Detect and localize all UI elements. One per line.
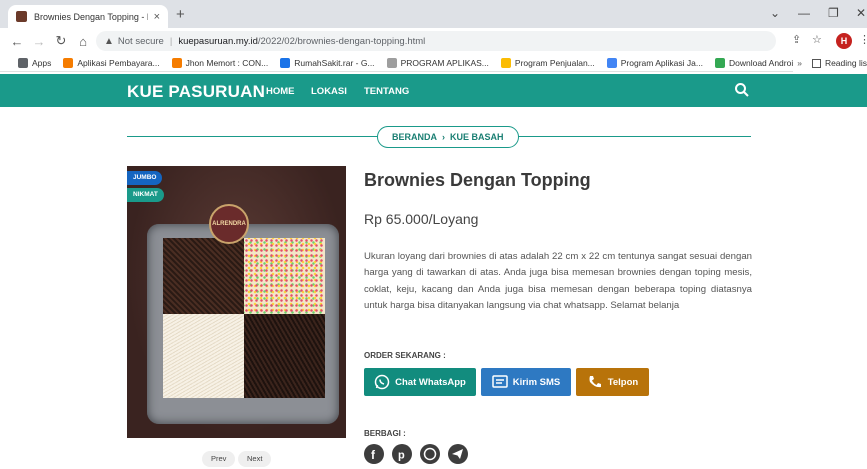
topping-cheese <box>163 314 244 398</box>
topping-chocolate <box>163 238 244 314</box>
sms-button-label: Kirim SMS <box>512 376 561 388</box>
search-icon[interactable] <box>734 82 750 98</box>
bookmark-label: Jhon Memort : CON... <box>185 57 269 68</box>
badge-jumbo: JUMBO <box>127 171 163 185</box>
site-favicon-icon <box>16 11 27 22</box>
browser-tabbar: Brownies Dengan Topping - Kue × + ⌄ — ❐ … <box>0 0 867 28</box>
sms-icon <box>491 375 508 388</box>
security-label[interactable]: Not secure <box>118 36 164 47</box>
bookmark-favicon-icon <box>606 57 617 68</box>
bookmark-item[interactable]: Download Android... <box>714 57 805 68</box>
bookmark-item[interactable]: Program Aplikasi Ja... <box>606 57 703 68</box>
bookmark-favicon-icon <box>280 57 291 68</box>
product-image[interactable]: ALRENDRA <box>127 166 346 438</box>
bookmark-label: Program Penjualan... <box>514 57 595 68</box>
share-label: BERBAGI : <box>364 429 406 438</box>
breadcrumb-separator: › <box>442 132 445 142</box>
bookmark-label: Apps <box>32 57 52 68</box>
divider: | <box>169 35 173 47</box>
bookmark-item[interactable]: Apps <box>18 57 52 68</box>
bookmark-label: PROGRAM APLIKAS... <box>400 57 489 68</box>
breadcrumb: BERANDA › KUE BASAH <box>377 126 519 148</box>
badge-nikmat: NIKMAT <box>127 188 164 202</box>
phone-icon <box>589 376 601 388</box>
menu-kebab-icon[interactable]: ⋮ <box>859 33 867 46</box>
site-navbar: KUE PASURUAN HOME LOKASI TENTANG <box>0 74 867 107</box>
whatsapp-icon <box>374 374 390 390</box>
tab-title: Brownies Dengan Topping - Kue <box>34 11 148 22</box>
address-bar[interactable]: ▲ Not secure | kuepasuruan.my.id /2022/0… <box>96 31 776 51</box>
facebook-icon[interactable]: f <box>364 444 384 464</box>
minimize-icon[interactable]: — <box>798 6 810 20</box>
product-price: Rp 65.000/Loyang <box>364 211 479 227</box>
url-path: /2022/02/brownies-dengan-topping.html <box>257 35 426 47</box>
warning-icon[interactable]: ▲ <box>104 36 114 47</box>
tab-search-icon[interactable]: ⌄ <box>770 6 780 20</box>
whatsapp-button-label: Chat WhatsApp <box>395 376 466 388</box>
bookmark-favicon-icon <box>714 57 725 68</box>
bookmarks-bar: Apps Aplikasi Pembayara... Jhon Memort : C… <box>0 54 867 72</box>
reading-list-icon[interactable] <box>811 58 821 68</box>
product-description: Ukuran loyang dari brownies di atas adal… <box>364 251 752 312</box>
restore-icon[interactable]: ❐ <box>828 6 839 20</box>
reading-list-label[interactable]: Reading lis <box>825 58 867 68</box>
share-page-icon[interactable]: ⇪ <box>792 33 801 46</box>
bookmarks-more-icon[interactable]: » <box>797 58 802 68</box>
forward-icon[interactable]: → <box>30 34 48 49</box>
svg-text:p: p <box>398 450 405 462</box>
bookmark-item[interactable]: Jhon Memort : CON... <box>171 57 269 68</box>
home-icon[interactable]: ⌂ <box>74 34 92 49</box>
whatsapp-share-icon[interactable] <box>420 444 440 464</box>
bookmark-label: Program Aplikasi Ja... <box>620 57 703 68</box>
breadcrumb-category[interactable]: KUE BASAH <box>450 132 504 142</box>
prev-button[interactable]: Prev <box>202 451 236 467</box>
svg-text:f: f <box>371 448 376 462</box>
nav-home[interactable]: HOME <box>266 86 295 97</box>
url-host: kuepasuruan.my.id <box>178 35 258 47</box>
bookmark-item[interactable]: Program Penjualan... <box>500 57 595 68</box>
bookmark-favicon-icon <box>386 57 397 68</box>
sms-button[interactable]: Kirim SMS <box>481 368 571 396</box>
topping-sprinkles <box>244 238 325 314</box>
apps-grid-icon <box>18 57 28 68</box>
back-icon[interactable]: ← <box>8 34 26 49</box>
bookmark-label: RumahSakit.rar - G... <box>294 57 375 68</box>
tab-close-icon[interactable]: × <box>154 11 160 23</box>
new-tab-icon[interactable]: + <box>176 6 185 23</box>
order-label: ORDER SEKARANG : <box>364 351 446 360</box>
bookmarks-right: » Reading lis <box>793 54 867 72</box>
next-button[interactable]: Next <box>238 451 272 467</box>
close-window-icon[interactable]: ✕ <box>856 6 866 20</box>
reload-icon[interactable]: ↻ <box>52 33 70 49</box>
brownie-cake <box>163 238 325 398</box>
whatsapp-button[interactable]: Chat WhatsApp <box>364 368 476 396</box>
pinterest-icon[interactable]: p <box>392 444 412 464</box>
nav-lokasi[interactable]: LOKASI <box>311 86 347 97</box>
telegram-icon[interactable] <box>448 444 468 464</box>
bookmark-item[interactable]: Aplikasi Pembayara... <box>63 57 160 68</box>
nav-tentang[interactable]: TENTANG <box>364 86 409 97</box>
call-button-label: Telpon <box>607 376 639 388</box>
topping-meses <box>244 314 325 398</box>
bookmark-label: Aplikasi Pembayara... <box>77 57 160 68</box>
call-button[interactable]: Telpon <box>576 368 649 396</box>
product-title: Brownies Dengan Topping <box>364 170 591 190</box>
breadcrumb-home[interactable]: BERANDA <box>392 132 437 142</box>
browser-toolbar: ← → ↻ ⌂ ▲ Not secure | kuepasuruan.my.id… <box>0 28 867 54</box>
bookmark-favicon-icon <box>63 57 74 68</box>
browser-tab[interactable]: Brownies Dengan Topping - Kue × <box>8 5 168 28</box>
bookmark-favicon-icon <box>171 57 182 68</box>
bookmark-item[interactable]: PROGRAM APLIKAS... <box>386 57 489 68</box>
bookmark-favicon-icon <box>500 57 511 68</box>
profile-avatar[interactable]: H <box>836 33 852 49</box>
site-logo[interactable]: KUE PASURUAN <box>127 82 265 102</box>
bookmark-item[interactable]: RumahSakit.rar - G... <box>280 57 375 68</box>
brand-seal-logo: ALRENDRA <box>209 204 249 244</box>
bookmark-star-icon[interactable]: ☆ <box>812 33 822 46</box>
